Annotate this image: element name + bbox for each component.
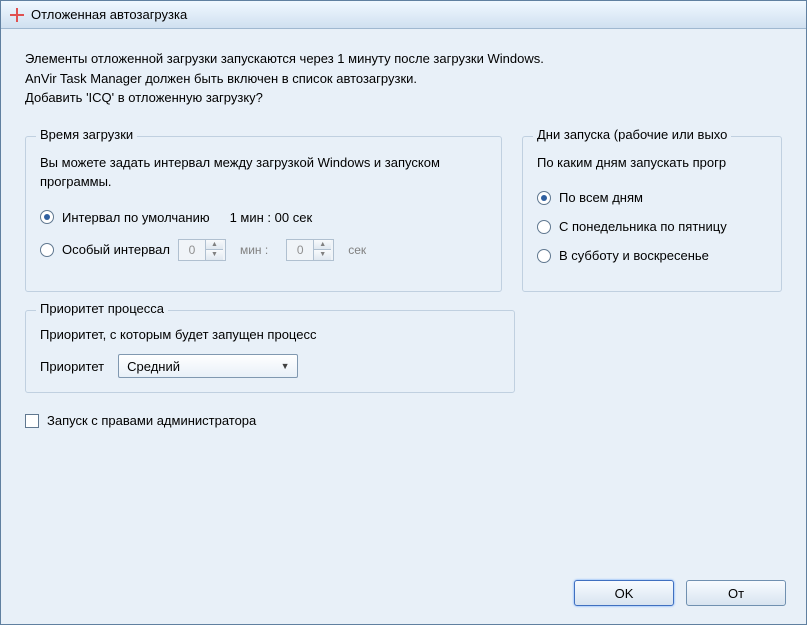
- priority-dropdown[interactable]: Средний ▼: [118, 354, 298, 378]
- priority-label: Приоритет: [40, 359, 104, 374]
- group-title: Время загрузки: [36, 127, 137, 142]
- admin-checkbox[interactable]: [25, 414, 39, 428]
- stepper-down-icon[interactable]: ▼: [314, 250, 331, 260]
- window-title: Отложенная автозагрузка: [31, 7, 187, 22]
- unit-seconds: сек: [348, 243, 366, 257]
- radio-label[interactable]: По всем дням: [559, 190, 643, 205]
- radio-row-weekend[interactable]: В субботу и воскресенье: [537, 248, 767, 263]
- dropdown-value: Средний: [127, 359, 180, 374]
- radio-row-weekdays[interactable]: С понедельника по пятницу: [537, 219, 767, 234]
- ok-button[interactable]: OK: [574, 580, 674, 606]
- dialog-content: Элементы отложенной загрузки запускаются…: [1, 29, 806, 624]
- group-title: Приоритет процесса: [36, 301, 168, 316]
- button-label: OK: [615, 586, 634, 601]
- group-priority: Приоритет процесса Приоритет, с которым …: [25, 310, 515, 393]
- admin-checkbox-row[interactable]: Запуск с правами администратора: [25, 413, 782, 428]
- stepper-up-icon[interactable]: ▲: [206, 240, 223, 251]
- minutes-input[interactable]: [179, 243, 205, 257]
- helper-text: Приоритет, с которым будет запущен проце…: [40, 327, 500, 342]
- radio-row-custom-interval[interactable]: Особый интервал ▲ ▼ мин : ▲ ▼: [40, 239, 487, 261]
- radio-custom-interval[interactable]: [40, 243, 54, 257]
- default-interval-value: 1 мин : 00 сек: [230, 210, 313, 225]
- group-launch-days: Дни запуска (рабочие или выхо По каким д…: [522, 136, 782, 293]
- cancel-button[interactable]: От: [686, 580, 786, 606]
- seconds-input[interactable]: [287, 243, 313, 257]
- radio-weekend[interactable]: [537, 249, 551, 263]
- group-title: Дни запуска (рабочие или выхо: [533, 127, 731, 142]
- description-line: Элементы отложенной загрузки запускаются…: [25, 49, 782, 69]
- minutes-stepper[interactable]: ▲ ▼: [178, 239, 226, 261]
- group-load-time: Время загрузки Вы можете задать интервал…: [25, 136, 502, 293]
- stepper-down-icon[interactable]: ▼: [206, 250, 223, 260]
- unit-minutes: мин :: [240, 243, 268, 257]
- radio-label[interactable]: С понедельника по пятницу: [559, 219, 727, 234]
- button-row: OK От: [574, 580, 786, 606]
- checkbox-label[interactable]: Запуск с правами администратора: [47, 413, 256, 428]
- seconds-stepper[interactable]: ▲ ▼: [286, 239, 334, 261]
- radio-label[interactable]: В субботу и воскресенье: [559, 248, 709, 263]
- description-text: Элементы отложенной загрузки запускаются…: [25, 49, 782, 108]
- description-line: Добавить 'ICQ' в отложенную загрузку?: [25, 88, 782, 108]
- radio-label[interactable]: Особый интервал: [62, 242, 170, 257]
- radio-row-default-interval[interactable]: Интервал по умолчанию 1 мин : 00 сек: [40, 210, 487, 225]
- dialog-window: Отложенная автозагрузка Элементы отложен…: [0, 0, 807, 625]
- description-line: AnVir Task Manager должен быть включен в…: [25, 69, 782, 89]
- radio-weekdays[interactable]: [537, 220, 551, 234]
- button-label: От: [728, 586, 744, 601]
- radio-default-interval[interactable]: [40, 210, 54, 224]
- helper-text: Вы можете задать интервал между загрузко…: [40, 153, 487, 192]
- plus-icon: [9, 7, 25, 23]
- titlebar[interactable]: Отложенная автозагрузка: [1, 1, 806, 29]
- chevron-down-icon: ▼: [277, 361, 293, 371]
- stepper-up-icon[interactable]: ▲: [314, 240, 331, 251]
- radio-all-days[interactable]: [537, 191, 551, 205]
- helper-text: По каким дням запускать прогр: [537, 153, 767, 173]
- radio-row-all-days[interactable]: По всем дням: [537, 190, 767, 205]
- radio-label[interactable]: Интервал по умолчанию: [62, 210, 210, 225]
